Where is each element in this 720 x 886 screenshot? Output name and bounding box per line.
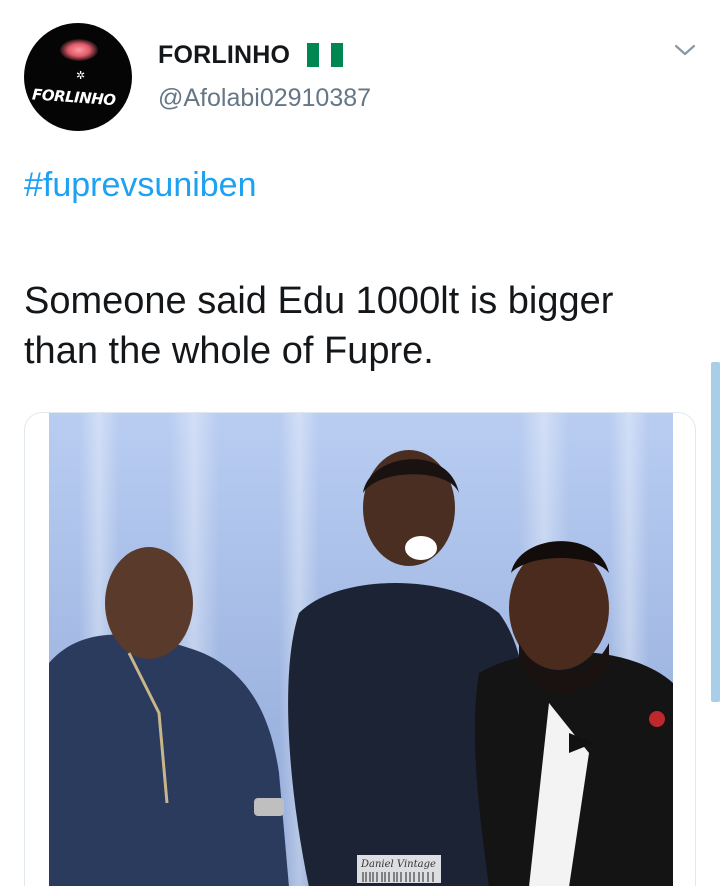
hashtag-link[interactable]: #fuprevsuniben [24,166,257,205]
tweet-photo[interactable]: Daniel Vintage [24,412,696,886]
tweet-text: Someone said Edu 1000lt is bigger than t… [24,280,614,372]
tweet-card: ✲ FORLINHO FORLINHO @Afolabi02910387 #fu… [0,0,720,886]
watermark: Daniel Vintage [357,855,441,883]
svg-text:Daniel Vintage: Daniel Vintage [360,859,436,870]
avatar-logo-text: FORLINHO [31,85,117,110]
chevron-down-icon[interactable] [672,40,698,60]
avatar-glow [60,39,98,61]
avatar[interactable]: ✲ FORLINHO [24,23,132,131]
photo-illustration: Daniel Vintage [49,413,673,886]
scrollbar[interactable] [711,362,720,702]
nigeria-flag-icon [307,43,343,67]
user-handle[interactable]: @Afolabi02910387 [158,84,371,113]
avatar-star-icon: ✲ [76,70,86,82]
display-name[interactable]: FORLINHO [158,41,290,70]
